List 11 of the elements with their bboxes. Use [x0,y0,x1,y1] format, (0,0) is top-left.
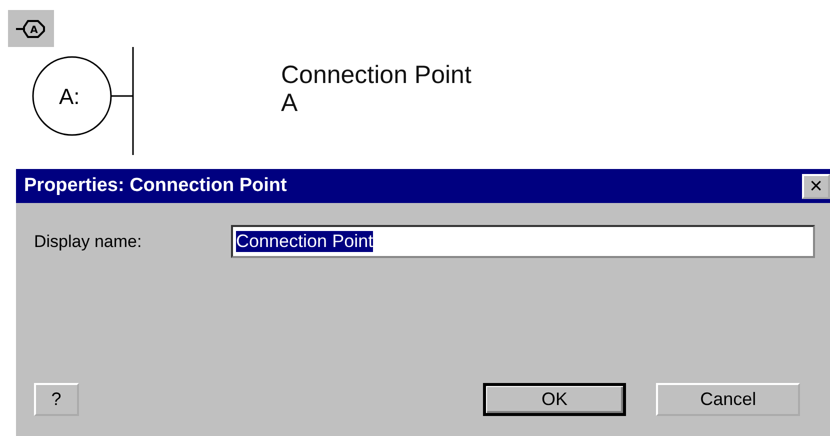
caption-subtitle: A [281,89,299,117]
connection-point-tool[interactable]: A [8,10,54,47]
field-label: Display name: [34,232,143,252]
dialog-title: Properties: Connection Point [24,175,287,197]
close-button[interactable]: × [802,174,830,198]
display-name-field[interactable]: Connection Point [231,225,815,258]
dialog-button[interactable]: Cancel [656,383,800,416]
symbol-label: A: [59,84,80,110]
help-button[interactable]: ? [34,383,79,416]
dialog-button[interactable]: OK [482,383,626,416]
caption: Connection Point [281,61,472,89]
